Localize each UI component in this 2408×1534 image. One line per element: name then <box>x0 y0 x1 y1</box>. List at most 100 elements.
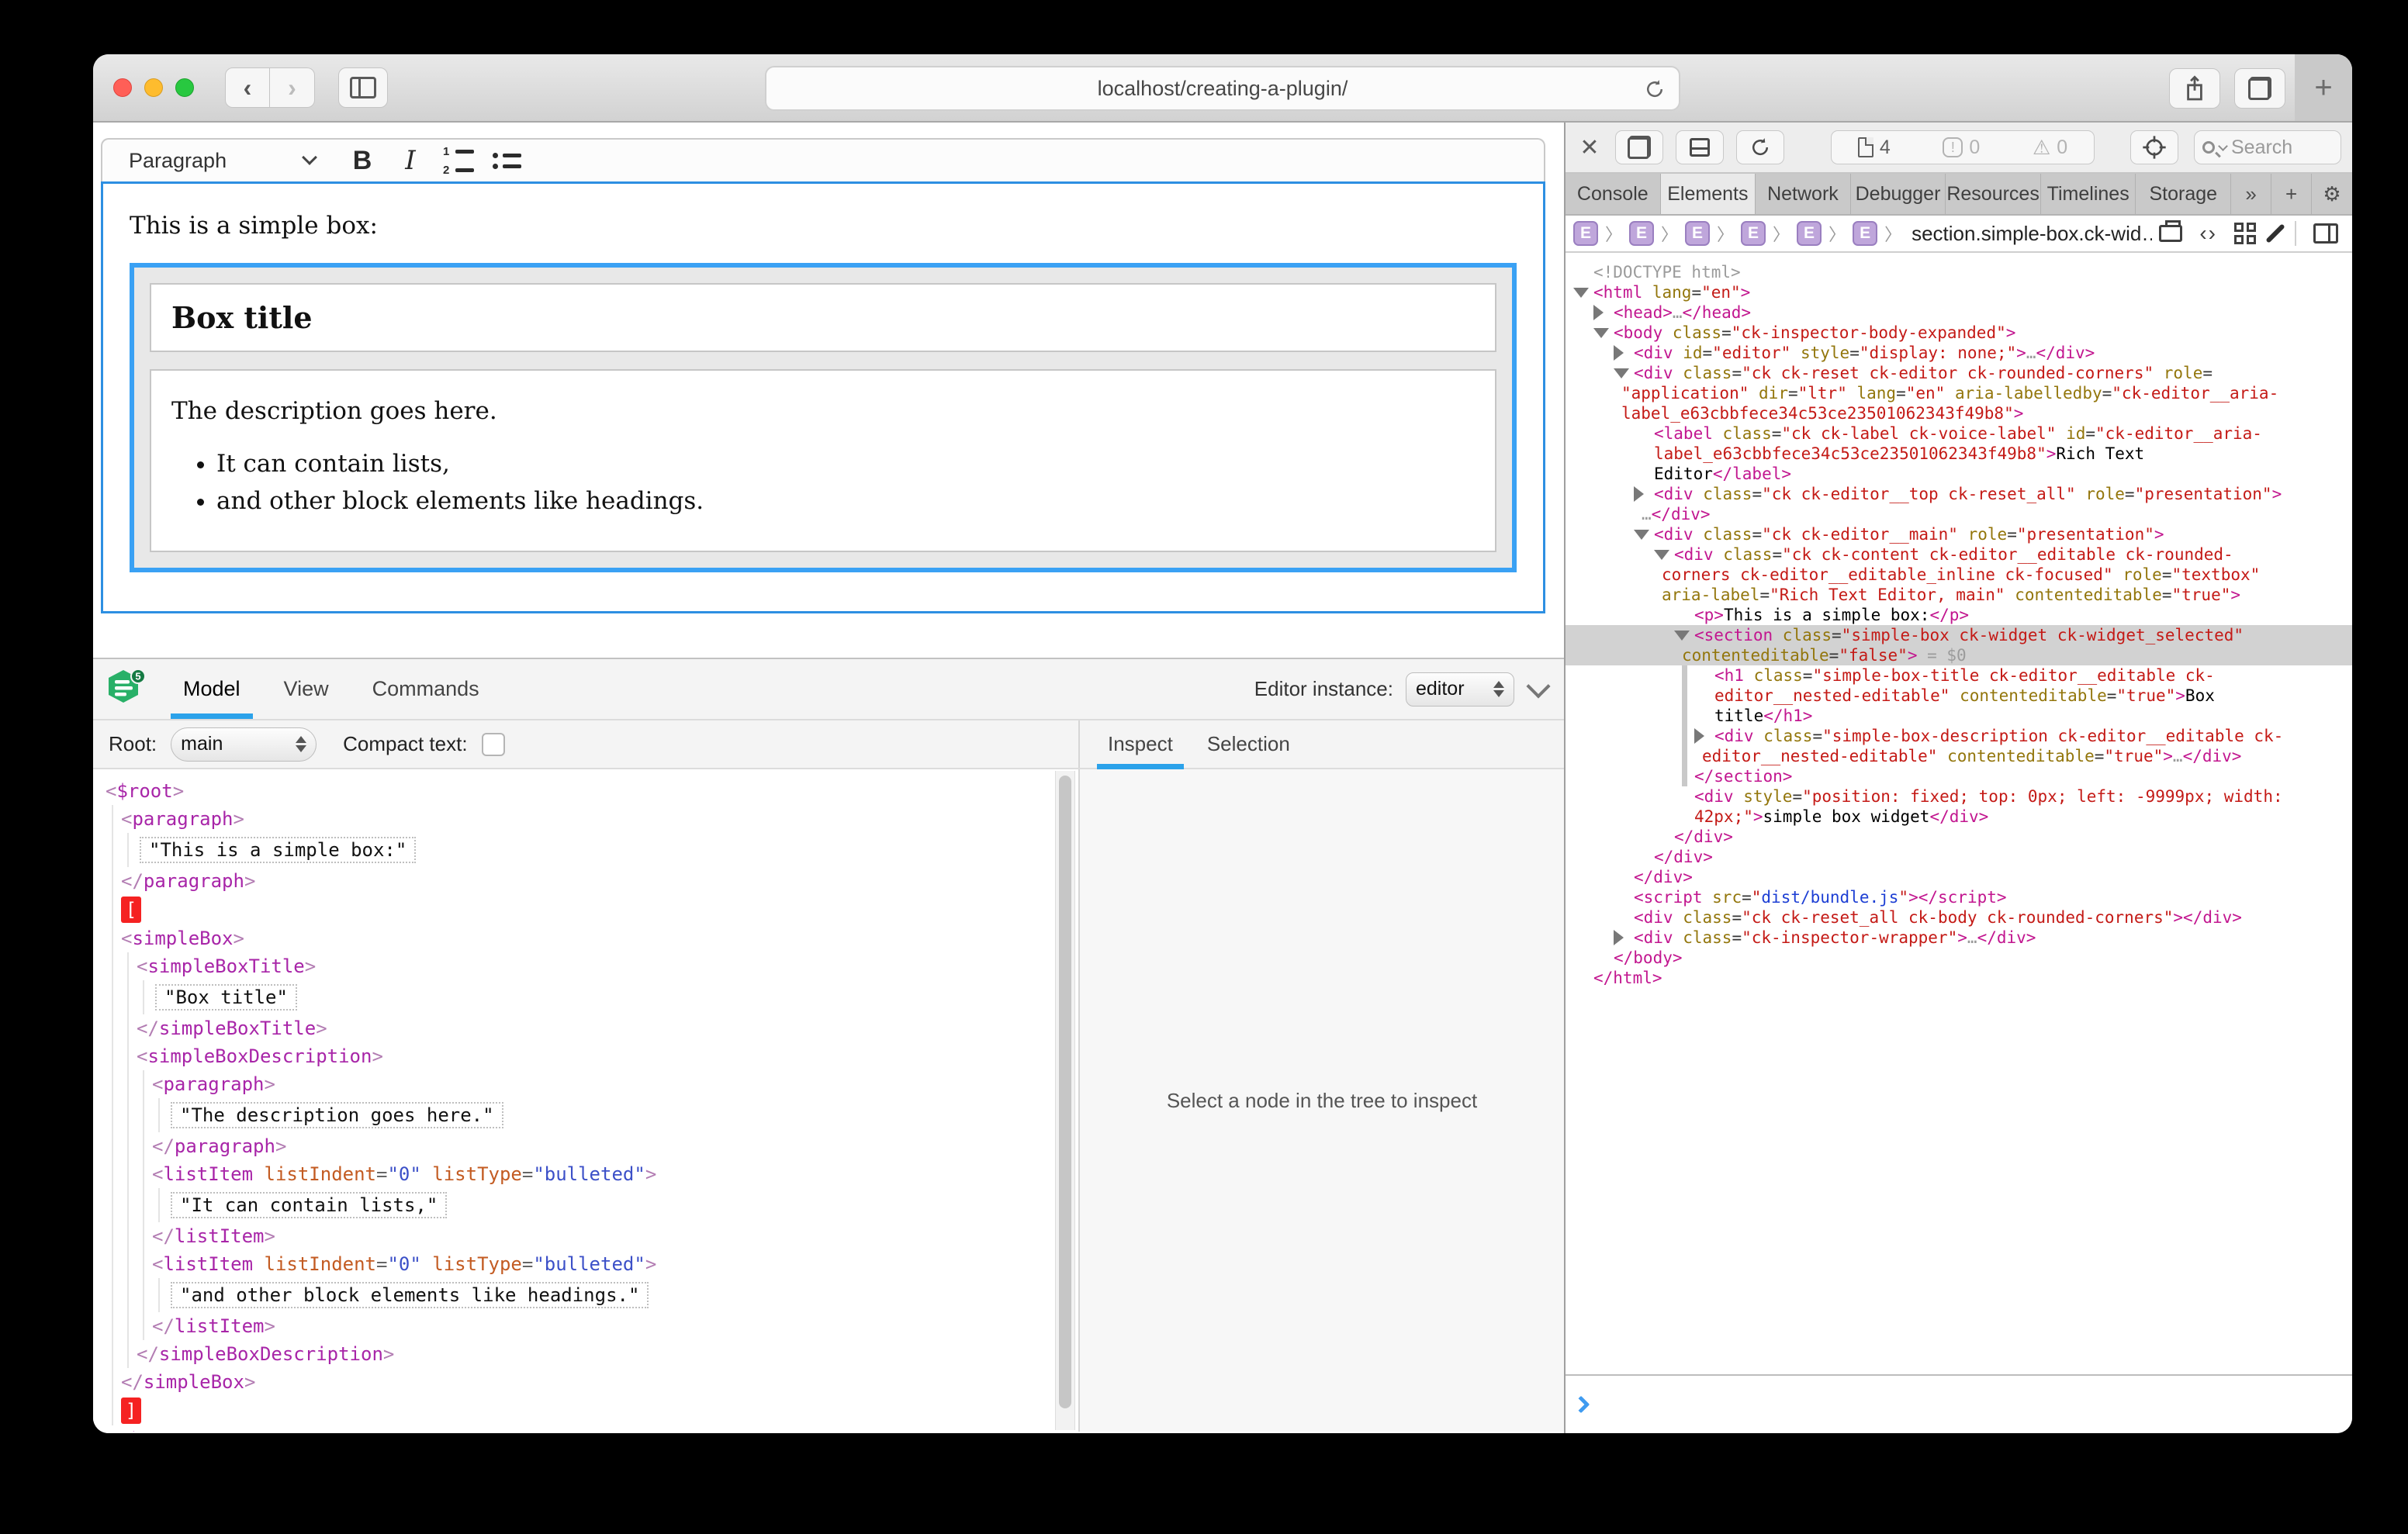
devtools-tab-timelines[interactable]: Timelines <box>2041 174 2136 214</box>
element-picker-button[interactable] <box>2130 130 2178 164</box>
breadcrumb-element-badge[interactable]: E <box>1573 221 1598 246</box>
dom-node-row[interactable]: </div> <box>1566 867 2352 887</box>
model-tree-node[interactable]: <simpleBoxDescription> <box>93 1042 1078 1070</box>
dom-node-row[interactable]: aria-label="Rich Text Editor, main" cont… <box>1566 585 2352 605</box>
dom-node-row[interactable]: <h1 class="simple-box-title ck-editor__e… <box>1566 665 2352 686</box>
inspector-tab-view[interactable]: View <box>262 659 351 719</box>
model-text-node[interactable]: "This is a simple box:" <box>140 837 416 863</box>
dom-node-row[interactable]: 42px;">simple box widget</div> <box>1566 807 2352 827</box>
dom-node-row[interactable]: label_e63cbbfece34c53ce23501062343f49b8"… <box>1566 403 2352 423</box>
dom-node-row[interactable]: <div class="ck-inspector-wrapper">…</div… <box>1566 928 2352 948</box>
print-styles-icon[interactable] <box>2159 225 2182 242</box>
dom-node-row[interactable]: <!DOCTYPE html> <box>1566 262 2352 282</box>
box-title-text[interactable]: Box title <box>171 300 1475 335</box>
dom-node-row[interactable]: …</div> <box>1566 504 2352 524</box>
editor-list-item[interactable]: and other block elements like headings. <box>216 487 1475 515</box>
model-tree-scrollbar[interactable] <box>1055 771 1075 1430</box>
dom-node-row[interactable]: <div class="ck ck-editor__top ck-reset_a… <box>1566 484 2352 504</box>
disclosure-collapsed-icon[interactable] <box>1634 486 1644 502</box>
root-select[interactable]: main <box>171 727 317 762</box>
collapse-inspector-icon[interactable] <box>1526 674 1550 698</box>
dom-node-row[interactable]: </html> <box>1566 968 2352 988</box>
tab-overview-button[interactable] <box>2234 68 2285 109</box>
editor-paragraph[interactable]: This is a simple box: <box>130 212 1517 240</box>
dom-node-row[interactable]: <script src="dist/bundle.js"></script> <box>1566 887 2352 907</box>
scrollbar-thumb[interactable] <box>1059 776 1071 1408</box>
disclosure-expanded-icon[interactable] <box>1573 288 1589 298</box>
dom-node-row[interactable]: <label class="ck ck-label ck-voice-label… <box>1566 423 2352 444</box>
reload-page-button[interactable] <box>1736 130 1784 164</box>
breadcrumb-element-badge[interactable]: E <box>1741 221 1766 246</box>
warning-count[interactable]: ⚠0 <box>2033 136 2067 160</box>
model-tree-node[interactable]: </$root> <box>93 1425 1078 1432</box>
model-tree-node[interactable]: "The description goes here." <box>93 1098 1078 1132</box>
devtools-tab-resources[interactable]: Resources <box>1946 174 2041 214</box>
disclosure-collapsed-icon[interactable] <box>1593 305 1604 320</box>
breadcrumb-element-badge[interactable]: E <box>1685 221 1710 246</box>
devtools-tab-elements[interactable]: Elements <box>1661 174 1756 214</box>
model-tree-node[interactable]: </paragraph> <box>93 1132 1078 1160</box>
detach-devtools-button[interactable] <box>1615 130 1663 164</box>
dom-node-row[interactable]: </div> <box>1566 847 2352 867</box>
disclosure-expanded-icon[interactable] <box>1654 550 1669 560</box>
devtools-tab-storage[interactable]: Storage <box>2136 174 2231 214</box>
devtools-tab-console[interactable]: Console <box>1566 174 1661 214</box>
resource-count[interactable]: 4 <box>1858 136 1891 159</box>
disclosure-expanded-icon[interactable] <box>1614 368 1629 378</box>
breadcrumb-element-badge[interactable]: E <box>1853 221 1877 246</box>
forward-button[interactable]: › <box>270 67 315 108</box>
compact-text-checkbox[interactable] <box>482 733 505 756</box>
model-tree-node[interactable]: [ <box>93 895 1078 924</box>
devtools-tab-network[interactable]: Network <box>1756 174 1851 214</box>
zoom-window-button[interactable] <box>175 78 194 97</box>
dom-node-row[interactable]: <div class="ck ck-reset ck-editor ck-rou… <box>1566 363 2352 383</box>
grid-overlay-icon[interactable] <box>2234 223 2256 244</box>
dom-node-row[interactable]: <div class="ck ck-reset_all ck-body ck-r… <box>1566 907 2352 928</box>
dom-node-row[interactable]: <div id="editor" style="display: none;">… <box>1566 343 2352 363</box>
simple-box-title-field[interactable]: Box title <box>150 283 1496 352</box>
model-tree-node[interactable]: "and other block elements like headings.… <box>93 1278 1078 1312</box>
model-tree-node[interactable]: ] <box>93 1396 1078 1425</box>
model-tree-node[interactable]: </listItem> <box>93 1312 1078 1340</box>
model-tree-node[interactable]: "Box title" <box>93 980 1078 1014</box>
dom-node-row[interactable]: editor__nested-editable" contenteditable… <box>1566 686 2352 706</box>
description-text[interactable]: The description goes here. <box>171 397 1475 425</box>
console-prompt[interactable] <box>1566 1374 2352 1433</box>
disclosure-collapsed-icon[interactable] <box>1694 728 1704 744</box>
reload-icon[interactable] <box>1643 77 1666 105</box>
model-tree-node[interactable]: <$root> <box>93 777 1078 805</box>
dom-node-row[interactable]: title</h1> <box>1566 706 2352 726</box>
model-tree-node[interactable]: <simpleBoxTitle> <box>93 952 1078 980</box>
disclosure-collapsed-icon[interactable] <box>1614 930 1624 945</box>
minimize-window-button[interactable] <box>144 78 163 97</box>
model-tree-node[interactable]: <listItem listIndent="0" listType="bulle… <box>93 1250 1078 1278</box>
dom-node-row[interactable]: label_e63cbbfece34c53ce23501062343f49b8"… <box>1566 444 2352 464</box>
add-tab-button[interactable]: + <box>2271 174 2312 214</box>
share-button[interactable] <box>2169 68 2220 109</box>
dom-node-row[interactable]: </body> <box>1566 948 2352 968</box>
bulleted-list-button[interactable] <box>483 140 531 181</box>
dom-node-row[interactable]: <p>This is a simple box:</p> <box>1566 605 2352 625</box>
dom-node-row[interactable]: <body class="ck-inspector-body-expanded"… <box>1566 323 2352 343</box>
pane-tab-inspect[interactable]: Inspect <box>1091 720 1190 768</box>
editor-editable-area[interactable]: This is a simple box: Box title The desc… <box>101 181 1545 613</box>
model-tree-node[interactable]: <listItem listIndent="0" listType="bulle… <box>93 1160 1078 1188</box>
search-input[interactable] <box>2231 136 2324 159</box>
devtools-settings-button[interactable]: ⚙ <box>2312 174 2352 214</box>
error-count[interactable]: !0 <box>1943 136 1980 159</box>
disclosure-expanded-icon[interactable] <box>1593 328 1609 338</box>
simple-box-description-field[interactable]: The description goes here. It can contai… <box>150 369 1496 552</box>
show-source-icon[interactable]: ‹› <box>2199 221 2217 246</box>
close-window-button[interactable] <box>113 78 132 97</box>
dom-node-row[interactable]: <div class="ck ck-content ck-editor__edi… <box>1566 544 2352 565</box>
model-tree-node[interactable]: <paragraph> <box>93 805 1078 833</box>
model-tree-node[interactable]: </paragraph> <box>93 867 1078 895</box>
dom-node-row[interactable]: <div class="simple-box-description ck-ed… <box>1566 726 2352 746</box>
dom-node-row[interactable]: <div style="position: fixed; top: 0px; l… <box>1566 786 2352 807</box>
dom-node-row[interactable]: contenteditable="false"> = $0 <box>1566 645 2352 665</box>
model-text-node[interactable]: "The description goes here." <box>171 1102 503 1128</box>
model-text-node[interactable]: "and other block elements like headings.… <box>171 1282 649 1308</box>
dom-node-row[interactable]: <div class="ck ck-editor__main" role="pr… <box>1566 524 2352 544</box>
disclosure-expanded-icon[interactable] <box>1674 631 1690 641</box>
simple-box-widget[interactable]: Box title The description goes here. It … <box>130 263 1517 572</box>
